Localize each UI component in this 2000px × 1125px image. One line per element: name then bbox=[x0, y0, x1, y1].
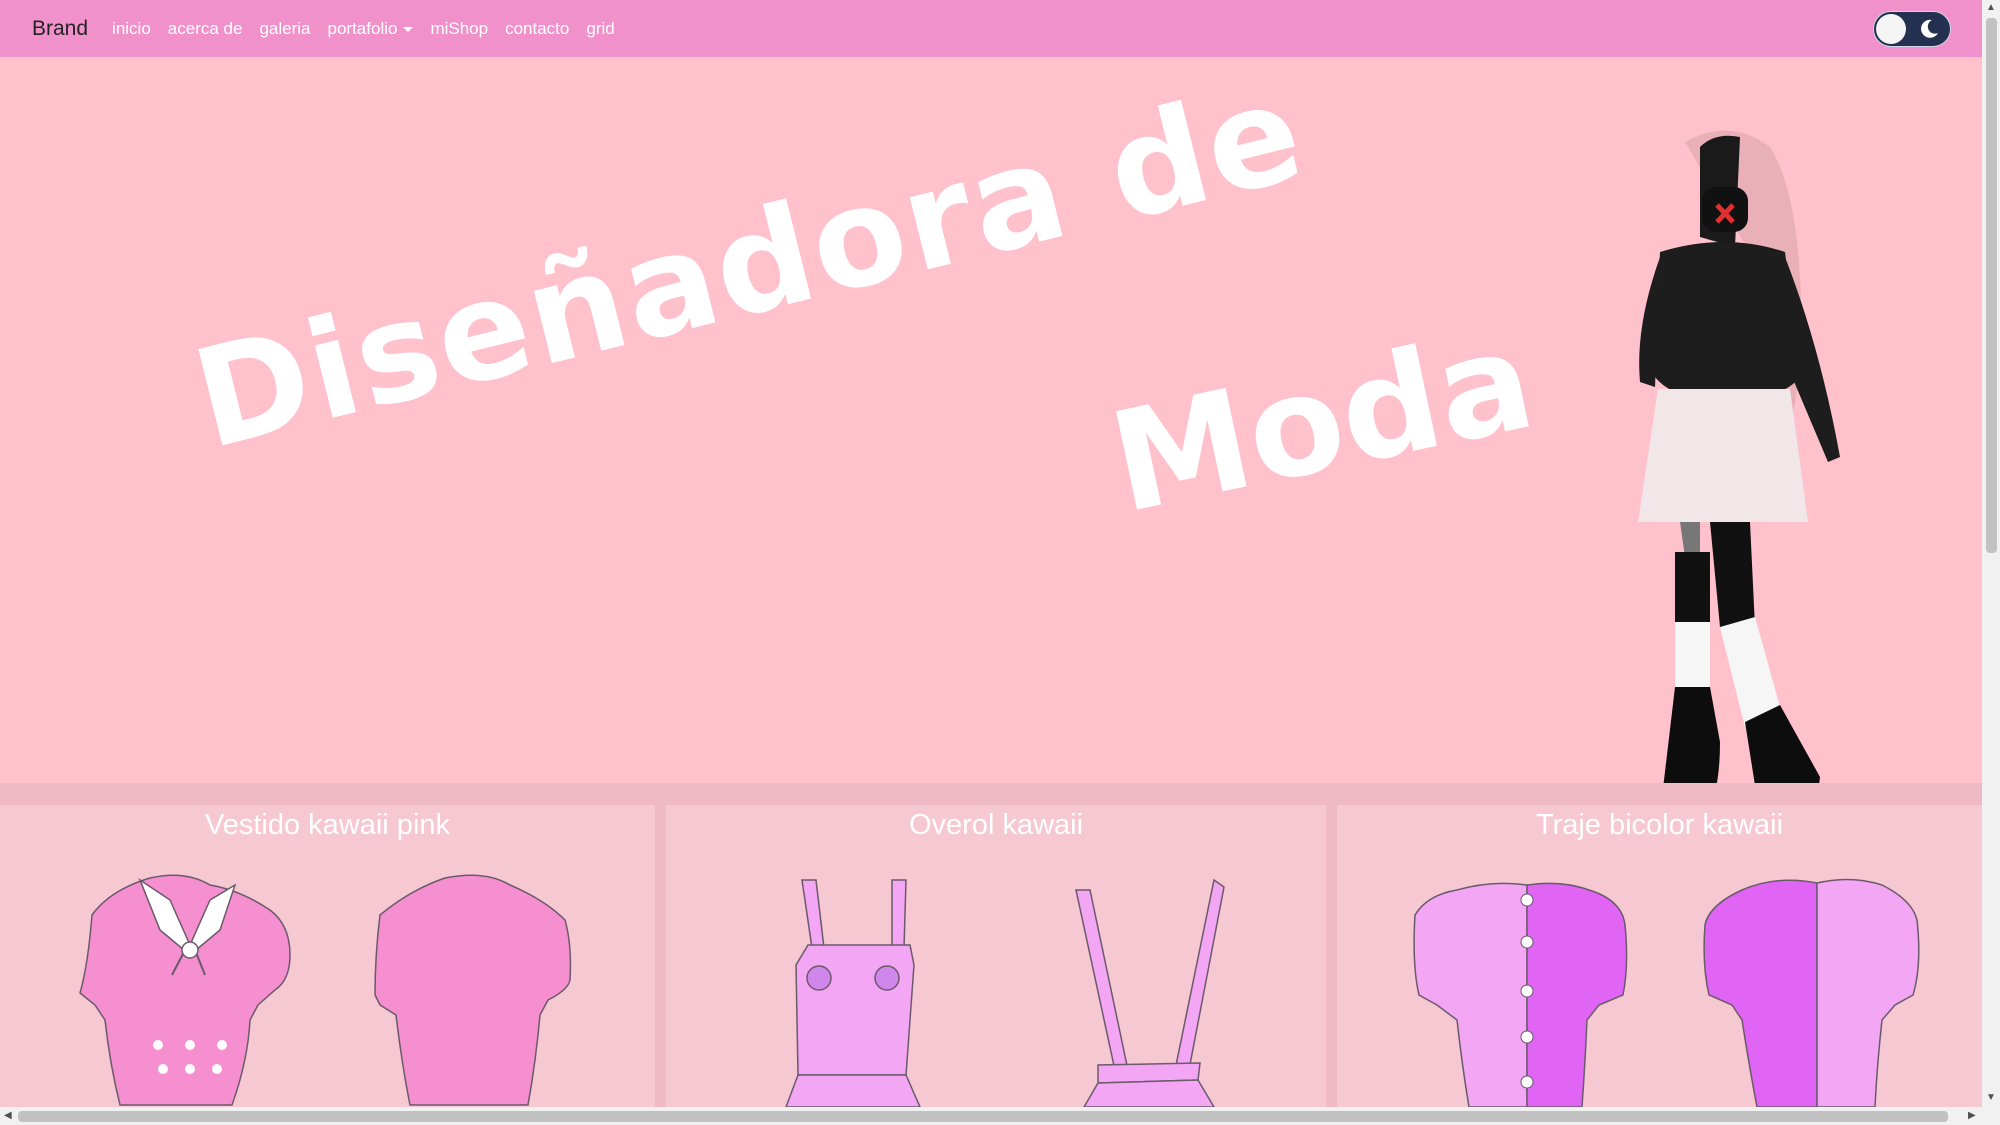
scroll-left-icon[interactable]: ◀ bbox=[4, 1111, 12, 1121]
nav-link-grid[interactable]: grid bbox=[586, 19, 614, 39]
product-card-overol[interactable]: Overol kawaii bbox=[666, 805, 1326, 1107]
overalls-illustration bbox=[785, 878, 1225, 1107]
card-title: Vestido kawaii pink bbox=[204, 809, 451, 841]
vertical-scroll-thumb[interactable] bbox=[1986, 18, 1997, 553]
horizontal-scrollbar[interactable]: ◀ ▶ bbox=[0, 1107, 1982, 1125]
hero-title-line2: Moda bbox=[1098, 298, 1547, 545]
product-card-vestido[interactable]: Vestido kawaii pink bbox=[0, 805, 655, 1107]
scroll-up-icon[interactable]: ▲ bbox=[1986, 3, 1996, 13]
nav-link-contacto[interactable]: contacto bbox=[505, 19, 569, 39]
section-divider bbox=[0, 783, 1982, 805]
dress-illustration bbox=[79, 874, 572, 1106]
theme-toggle[interactable] bbox=[1873, 11, 1951, 47]
toggle-knob bbox=[1876, 14, 1906, 44]
scroll-right-icon[interactable]: ▶ bbox=[1968, 1111, 1976, 1121]
nav-dropdown-label: portafolio bbox=[327, 18, 398, 38]
navbar: Brand inicio acerca de galeria portafoli… bbox=[0, 0, 1982, 57]
nav-link-inicio[interactable]: inicio bbox=[112, 19, 151, 39]
nav-link-acerca-de[interactable]: acerca de bbox=[168, 19, 243, 39]
card-title: Traje bicolor kawaii bbox=[1535, 809, 1784, 841]
vertical-scrollbar[interactable]: ▲ ▼ bbox=[1982, 0, 2000, 1125]
scroll-down-icon[interactable]: ▼ bbox=[1986, 1093, 1996, 1103]
product-card-traje[interactable]: Traje bicolor kawaii bbox=[1337, 805, 1982, 1107]
moon-icon bbox=[1921, 19, 1938, 38]
hero-banner: Diseñadora de Moda bbox=[0, 53, 1982, 832]
nav-link-mishop[interactable]: miShop bbox=[430, 19, 488, 39]
brand-link[interactable]: Brand bbox=[32, 17, 88, 41]
nav-dropdown-portafolio[interactable]: portafolio bbox=[328, 19, 414, 39]
card-title: Overol kawaii bbox=[908, 809, 1084, 841]
caret-down-icon bbox=[403, 26, 414, 32]
model-photo bbox=[1638, 130, 1840, 832]
two-tone-dress-illustration bbox=[1413, 878, 1920, 1107]
horizontal-scroll-thumb[interactable] bbox=[18, 1111, 1948, 1122]
nav-link-galeria[interactable]: galeria bbox=[259, 19, 310, 39]
